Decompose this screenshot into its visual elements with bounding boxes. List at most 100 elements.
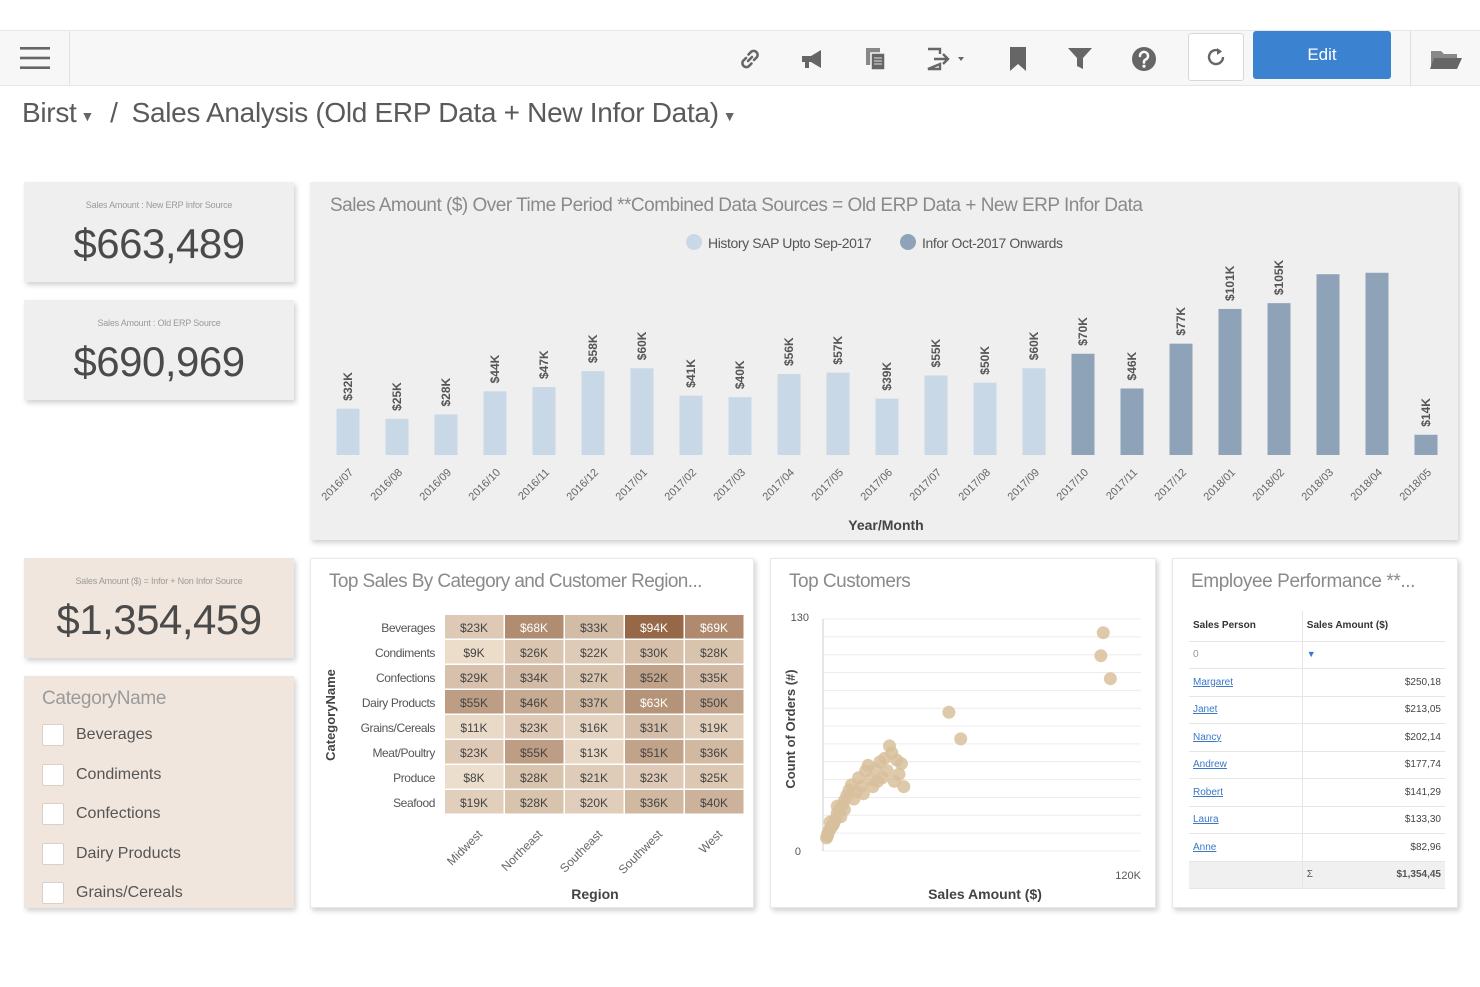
page-title[interactable]: Sales Analysis (Old ERP Data + New Infor… xyxy=(132,97,719,129)
category-filter-item[interactable]: Condiments xyxy=(42,762,161,788)
breadcrumb-root[interactable]: Birst xyxy=(22,97,77,129)
category-filter-item[interactable]: Grains/Cereals xyxy=(42,880,183,906)
bar[interactable] xyxy=(1071,353,1095,455)
bar[interactable] xyxy=(483,391,507,455)
bar[interactable] xyxy=(1414,434,1438,455)
x-tick-label: 2017/10 xyxy=(1055,467,1092,504)
export-button[interactable] xyxy=(922,41,970,77)
row-label: Confections xyxy=(376,671,435,685)
bar[interactable] xyxy=(1267,303,1291,455)
sales-amount-cell: $250,18 xyxy=(1301,668,1445,697)
scatter-point[interactable] xyxy=(861,758,875,772)
bar[interactable] xyxy=(336,408,360,455)
scatter-point[interactable] xyxy=(1096,626,1110,640)
link-button[interactable] xyxy=(732,41,768,77)
filter-button[interactable] xyxy=(1062,41,1098,77)
x-tick-label: 2017/08 xyxy=(957,467,994,504)
bar[interactable] xyxy=(1120,388,1144,455)
sales-person-link[interactable]: Janet xyxy=(1189,696,1303,724)
scatter-point[interactable] xyxy=(1094,649,1108,663)
bar[interactable] xyxy=(924,375,948,455)
legend-label[interactable]: Infor Oct-2017 Onwards xyxy=(922,235,1063,251)
sales-person-link[interactable]: Laura xyxy=(1189,806,1303,834)
help-icon xyxy=(1132,47,1156,71)
sales-amount-sort[interactable]: ▼ xyxy=(1301,641,1445,669)
scatter-point[interactable] xyxy=(894,757,908,771)
heatmap-cell-label: $94K xyxy=(640,621,668,635)
sales-amount-header[interactable]: Sales Amount ($) xyxy=(1301,611,1445,642)
sales-person-header[interactable]: Sales Person xyxy=(1189,611,1303,642)
scatter-point[interactable] xyxy=(871,774,885,788)
category-filter-item[interactable]: Beverages xyxy=(42,722,153,748)
copy-button[interactable] xyxy=(858,41,894,77)
sales-person-filter[interactable]: 0 xyxy=(1189,641,1303,669)
bar[interactable] xyxy=(973,382,997,455)
sort-down-icon[interactable]: ▼ xyxy=(1307,649,1316,659)
category-checkbox[interactable] xyxy=(42,803,64,825)
sales-person-link[interactable]: Robert xyxy=(1189,778,1303,807)
bar[interactable] xyxy=(630,368,654,455)
bar[interactable] xyxy=(826,372,850,455)
row-label: Grains/Cereals xyxy=(361,721,436,735)
table-row: Margaret $250,18 xyxy=(1189,668,1445,697)
scatter-point[interactable] xyxy=(856,787,870,801)
scatter-point[interactable] xyxy=(834,810,848,824)
heatmap-cell-label: $37K xyxy=(580,696,608,710)
bar-data-label: $40K xyxy=(733,360,747,389)
scatter-point[interactable] xyxy=(820,831,834,845)
bar[interactable] xyxy=(434,414,458,455)
heatmap-cell-label: $52K xyxy=(640,671,668,685)
heatmap-cell-label: $23K xyxy=(520,721,548,735)
sales-person-link[interactable]: Andrew xyxy=(1189,751,1303,779)
menu-button[interactable] xyxy=(0,31,70,85)
breadcrumb-root-caret-icon[interactable]: ▼ xyxy=(81,108,95,124)
scatter-point[interactable] xyxy=(954,732,968,746)
sales-person-link[interactable]: Nancy xyxy=(1189,723,1303,752)
legend-label[interactable]: History SAP Upto Sep-2017 xyxy=(708,235,872,251)
bookmark-button[interactable] xyxy=(1000,41,1036,77)
sales-person-link[interactable]: Margaret xyxy=(1189,668,1303,697)
bar[interactable] xyxy=(777,374,801,455)
heatmap-cell-label: $50K xyxy=(700,696,728,710)
bar[interactable] xyxy=(728,397,752,455)
row-label: Seafood xyxy=(393,796,435,810)
bar[interactable] xyxy=(875,398,899,455)
page-title-caret-icon[interactable]: ▼ xyxy=(723,108,737,124)
scatter-point[interactable] xyxy=(897,780,911,794)
column-label: Southeast xyxy=(557,827,606,876)
category-checkbox[interactable] xyxy=(42,724,64,746)
announce-button[interactable] xyxy=(795,41,831,77)
bar[interactable] xyxy=(1365,272,1389,455)
bar[interactable] xyxy=(1169,343,1193,455)
top-customers-scatter: Top Customers 130 0 120K Sales Amount ($) Cou… xyxy=(783,571,1142,902)
category-checkbox[interactable] xyxy=(42,842,64,865)
help-button[interactable] xyxy=(1126,41,1162,77)
row-label: Beverages xyxy=(381,621,435,635)
category-checkbox[interactable] xyxy=(42,763,64,786)
category-filter-item[interactable]: Confections xyxy=(42,801,161,827)
bar-data-label: $56K xyxy=(782,337,796,366)
bar[interactable] xyxy=(1316,274,1340,455)
bar-data-label: $50K xyxy=(978,346,992,375)
sales-person-link[interactable]: Anne xyxy=(1189,833,1303,862)
bar[interactable] xyxy=(581,371,605,455)
bar[interactable] xyxy=(1022,368,1046,455)
scatter-point[interactable] xyxy=(880,764,894,778)
category-filter-item[interactable]: Dairy Products xyxy=(42,841,181,867)
scatter-point[interactable] xyxy=(1103,672,1117,686)
scatter-point[interactable] xyxy=(942,705,956,719)
refresh-button[interactable] xyxy=(1188,33,1244,81)
chart-title: Top Sales By Category and Customer Regio… xyxy=(329,571,702,592)
heatmap-cell-label: $25K xyxy=(700,771,728,785)
category-checkbox[interactable] xyxy=(42,882,64,904)
bookmark-icon xyxy=(1010,47,1026,71)
bar[interactable] xyxy=(1218,308,1242,455)
bar[interactable] xyxy=(385,418,409,455)
bar-data-label: $57K xyxy=(831,336,845,365)
scatter-point[interactable] xyxy=(852,771,866,785)
bar[interactable] xyxy=(679,395,703,455)
folder-button[interactable] xyxy=(1428,41,1464,77)
bar[interactable] xyxy=(532,387,556,455)
sales-over-time-card: Sales Amount ($) Over Time Period **Comb… xyxy=(310,182,1458,540)
edit-button[interactable]: Edit xyxy=(1253,31,1391,79)
